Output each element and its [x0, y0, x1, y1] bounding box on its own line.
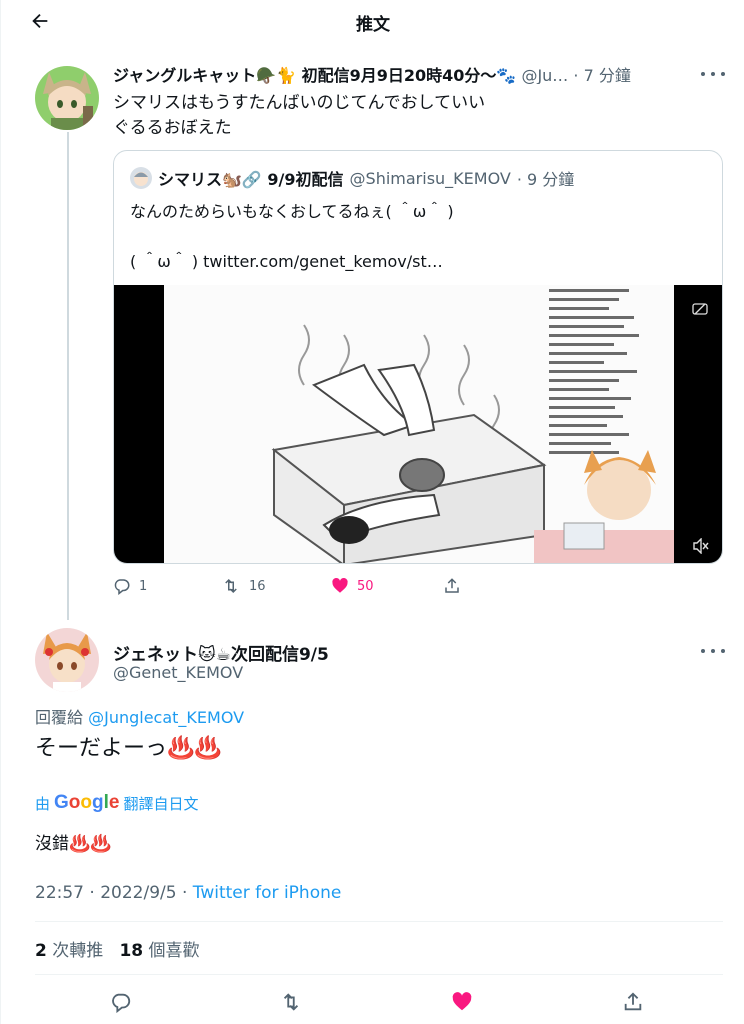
reply-count: 1 — [139, 578, 148, 594]
divider — [35, 921, 723, 922]
google-logo: Google — [54, 792, 120, 813]
video-thumbnail-illustration — [164, 285, 674, 563]
author-name: ジェネット🐱☕次回配信9/5 — [113, 645, 329, 665]
divider — [35, 974, 723, 975]
heart-icon — [332, 577, 348, 593]
quoted-tweet-link[interactable]: ( ＾ω＾ ) twitter.com/genet_kemov/st… — [130, 249, 443, 275]
likes-stat[interactable]: 18 個喜歡 — [119, 941, 199, 961]
parent-tweet-actions: 1 16 50 — [113, 572, 513, 600]
retweet-count: 16 — [249, 578, 266, 594]
captions-icon[interactable] — [692, 301, 708, 317]
parent-tweet-header: ジャングルキャット🪖🐈 初配信9月9日20時40分～🐾 @Ju… · 7 分鐘 — [113, 62, 723, 84]
retweet-count: 2 — [35, 941, 47, 961]
retweet-icon — [283, 993, 299, 1011]
quoted-author-handle: @Shimarisu_KEMOV — [349, 168, 511, 188]
more-options-button[interactable] — [701, 643, 725, 659]
genet-avatar-icon — [35, 628, 99, 692]
translate-by-label: 由 — [35, 794, 51, 813]
reply-button[interactable] — [103, 984, 139, 1020]
tweet-time[interactable]: · 7 分鐘 — [573, 66, 630, 84]
page-title: 推文 — [356, 15, 390, 35]
tweet-meta: 22:57 · 2022/9/5 · Twitter for iPhone — [35, 883, 341, 903]
share-button[interactable] — [443, 572, 461, 600]
translate-link[interactable]: 由 Google 翻譯自日文 — [35, 792, 199, 814]
reply-prefix: 回覆給 — [35, 708, 84, 727]
reply-icon — [112, 993, 131, 1013]
reply-button[interactable]: 1 — [113, 572, 147, 600]
reply-context: 回覆給 @Junglecat_KEMOV — [35, 704, 244, 728]
retweet-button[interactable]: 16 — [221, 572, 266, 600]
tweet-stats: 2 次轉推 18 個喜歡 — [35, 936, 200, 961]
translated-text: 沒錯♨️♨️ — [35, 834, 112, 854]
main-author-handle[interactable]: @Genet_KEMOV — [113, 663, 243, 682]
avatar — [130, 167, 152, 189]
retweets-stat[interactable]: 2 次轉推 — [35, 941, 103, 961]
avatar[interactable] — [35, 628, 99, 692]
like-button[interactable]: 50 — [331, 572, 374, 600]
mute-icon[interactable] — [692, 538, 710, 554]
like-button[interactable] — [444, 984, 480, 1020]
retweet-label: 次轉推 — [52, 941, 104, 961]
reply-to-link[interactable]: @Junglecat_KEMOV — [88, 708, 244, 727]
tweet-detail-page: 推文 ジャングルキャット🪖🐈 初配信9月9日20時40分～🐾 @Ju… · 7 … — [0, 0, 744, 1024]
retweet-icon — [225, 578, 237, 594]
quoted-tweet[interactable]: シマリス🐿️🔗 9/9初配信 @Shimarisu_KEMOV · 9 分鐘 な… — [113, 150, 723, 564]
retweet-button[interactable] — [273, 984, 309, 1020]
share-button[interactable] — [615, 984, 651, 1020]
like-label: 個喜歡 — [148, 941, 200, 961]
quoted-author-name: シマリス🐿️🔗 9/9初配信 — [158, 170, 344, 189]
more-options-button[interactable] — [701, 66, 725, 82]
header: 推文 — [1, 0, 744, 42]
chipmunk-avatar-icon — [130, 167, 152, 189]
tweet-source[interactable]: Twitter for iPhone — [193, 883, 342, 903]
quoted-tweet-time: · 9 分鐘 — [516, 170, 575, 189]
quoted-tweet-text: なんのためらいもなくおしてるねぇ( ＾ω＾ ) — [130, 202, 454, 221]
author-name[interactable]: ジャングルキャット🪖🐈 初配信9月9日20時40分～🐾 — [113, 66, 516, 84]
parent-tweet-text: シマリスはもうすたんばいのじてんでおしていい ぐるるおぼえた — [113, 93, 486, 138]
thread-connector — [67, 132, 69, 620]
avatar[interactable] — [35, 66, 99, 130]
jungle-cat-avatar-icon — [35, 66, 99, 130]
share-icon — [624, 992, 642, 1011]
reply-icon — [114, 579, 130, 595]
video-frame — [164, 285, 674, 563]
quoted-tweet-header: シマリス🐿️🔗 9/9初配信 @Shimarisu_KEMOV · 9 分鐘 — [130, 167, 574, 189]
tweet-timestamp[interactable]: 22:57 · 2022/9/5 · — [35, 883, 187, 903]
like-count: 18 — [119, 941, 144, 961]
main-author-name[interactable]: ジェネット🐱☕次回配信9/5 — [113, 640, 329, 665]
translate-label: 翻譯自日文 — [123, 794, 199, 813]
heart-icon — [452, 992, 472, 1011]
like-count: 50 — [357, 578, 374, 594]
video-player[interactable] — [114, 285, 722, 563]
share-icon — [445, 578, 459, 593]
author-handle[interactable]: @Ju… — [521, 66, 568, 84]
main-tweet-text: そーだよーっ♨️♨️ — [35, 736, 222, 761]
main-tweet-actions — [1, 984, 744, 1020]
